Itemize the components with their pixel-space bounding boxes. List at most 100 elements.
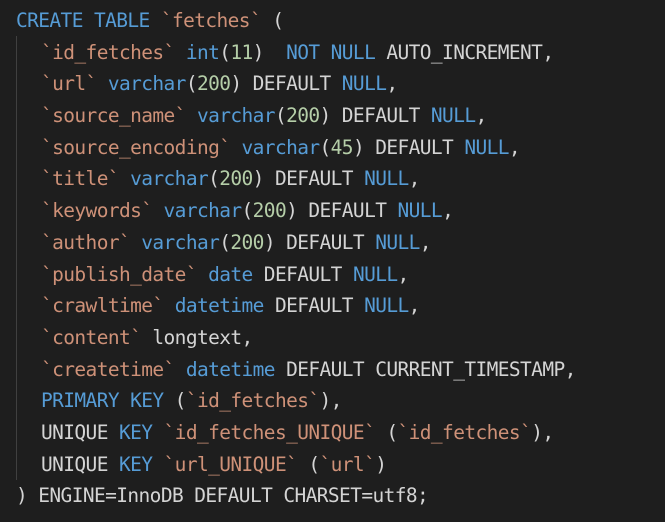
code-token: DEFAULT CURRENT_TIMESTAMP, xyxy=(274,357,576,381)
code-token: 200 xyxy=(252,199,287,223)
code-token: `author` xyxy=(41,230,131,254)
code-token: AUTO_INCREMENT, xyxy=(375,40,554,64)
code-token: varchar xyxy=(196,104,276,128)
code-token: datetime xyxy=(185,357,276,381)
code-token: DEFAULT xyxy=(263,294,365,318)
code-line[interactable]: `createtime` datetime DEFAULT CURRENT_TI… xyxy=(0,354,665,386)
code-token: `url_UNIQUE` xyxy=(163,452,298,476)
code-token: UNIQUE xyxy=(41,452,119,476)
code-token: , xyxy=(419,230,432,254)
code-token: , xyxy=(475,104,487,128)
code-token: NULL xyxy=(341,72,387,96)
code-token: ) DEFAULT xyxy=(263,230,376,254)
code-token: `crawltime` xyxy=(41,294,164,318)
code-token: , xyxy=(442,199,454,223)
code-token: ( xyxy=(208,167,220,191)
code-line[interactable]: `id_fetches` int(11) NOT NULL AUTO_INCRE… xyxy=(0,37,665,69)
code-token: , xyxy=(508,135,521,159)
code-token: `id_fetches` xyxy=(397,420,532,444)
code-token: , xyxy=(397,262,410,286)
code-token: `content` xyxy=(41,325,142,349)
code-token: 200 xyxy=(230,230,264,254)
code-token: 45 xyxy=(330,135,354,159)
code-token: `id_fetches` xyxy=(185,389,320,413)
code-token: date xyxy=(208,262,253,286)
code-token: ), xyxy=(319,389,343,413)
code-line[interactable]: `source_name` varchar(200) DEFAULT NULL, xyxy=(0,100,665,132)
code-line[interactable]: `author` varchar(200) DEFAULT NULL, xyxy=(0,227,665,259)
code-token: PRIMARY KEY xyxy=(41,389,164,413)
code-token: varchar xyxy=(163,199,243,223)
code-token: ) DEFAULT xyxy=(230,72,342,96)
code-token: NULL xyxy=(430,104,476,128)
code-token: KEY xyxy=(118,452,153,476)
code-token: varchar xyxy=(107,72,187,96)
code-line[interactable]: `keywords` varchar(200) DEFAULT NULL, xyxy=(0,195,665,227)
code-token: ), xyxy=(531,420,554,444)
code-token: , xyxy=(386,72,398,96)
code-token: NULL xyxy=(464,135,509,159)
code-token: datetime xyxy=(174,294,265,318)
code-token: longtext, xyxy=(141,325,253,349)
code-token: NULL xyxy=(352,262,398,286)
code-token: ) xyxy=(252,40,287,64)
code-token: ( xyxy=(261,9,284,32)
code-line[interactable]: `url` varchar(200) DEFAULT NULL, xyxy=(0,68,665,100)
code-token: ( xyxy=(319,135,332,159)
code-line[interactable]: UNIQUE KEY `url_UNIQUE` (`url`) xyxy=(0,449,665,481)
code-token: DEFAULT xyxy=(252,262,353,286)
code-token: `source_encoding` xyxy=(41,135,231,159)
code-line[interactable]: ) ENGINE=InnoDB DEFAULT CHARSET=utf8; xyxy=(0,480,665,512)
code-token: ) DEFAULT xyxy=(252,167,365,191)
code-line[interactable]: CREATE TABLE `fetches` ( xyxy=(0,5,665,37)
code-line[interactable]: `title` varchar(200) DEFAULT NULL, xyxy=(0,163,665,195)
code-token: `keywords` xyxy=(41,199,153,223)
code-line[interactable]: `publish_date` date DEFAULT NULL, xyxy=(0,259,665,291)
code-token: `publish_date` xyxy=(41,262,198,286)
code-token: 200 xyxy=(286,104,320,128)
code-token: `title` xyxy=(41,167,120,191)
code-token: , xyxy=(408,294,421,318)
code-token: `url` xyxy=(41,72,97,96)
code-token: , xyxy=(408,167,421,191)
code-token: CREATE TABLE xyxy=(16,9,161,32)
code-token: `fetches` xyxy=(160,9,262,32)
code-token: ) DEFAULT xyxy=(286,199,398,223)
code-token: ( xyxy=(219,230,231,254)
code-token: `source_name` xyxy=(41,104,186,128)
code-token: NULL xyxy=(364,294,409,318)
code-editor[interactable]: CREATE TABLE `fetches` (`id_fetches` int… xyxy=(0,0,665,522)
code-token: int xyxy=(185,40,220,64)
code-token: ( xyxy=(163,389,187,413)
code-line[interactable]: UNIQUE KEY `id_fetches_UNIQUE` (`id_fetc… xyxy=(0,417,665,449)
code-token: NULL xyxy=(397,199,443,223)
code-line[interactable]: PRIMARY KEY (`id_fetches`), xyxy=(0,385,665,417)
code-token: `id_fetches_UNIQUE` xyxy=(163,420,376,444)
code-token: UNIQUE xyxy=(41,420,119,444)
code-token: ( xyxy=(185,72,198,96)
code-token: ) ENGINE=InnoDB DEFAULT CHARSET=utf8; xyxy=(16,484,429,508)
code-token: `id_fetches` xyxy=(41,40,175,64)
code-token: varchar xyxy=(141,230,220,254)
code-line[interactable]: `content` longtext, xyxy=(0,322,665,354)
code-token: NULL xyxy=(364,167,409,191)
code-token: `createtime` xyxy=(41,357,175,381)
code-token: ( xyxy=(375,420,398,444)
code-line[interactable]: `crawltime` datetime DEFAULT NULL, xyxy=(0,290,665,322)
code-token: NULL xyxy=(375,230,420,254)
code-token: ( xyxy=(297,452,320,476)
code-line[interactable]: `source_encoding` varchar(45) DEFAULT NU… xyxy=(0,132,665,164)
code-token: ( xyxy=(219,40,231,64)
code-area[interactable]: CREATE TABLE `fetches` (`id_fetches` int… xyxy=(0,5,665,512)
